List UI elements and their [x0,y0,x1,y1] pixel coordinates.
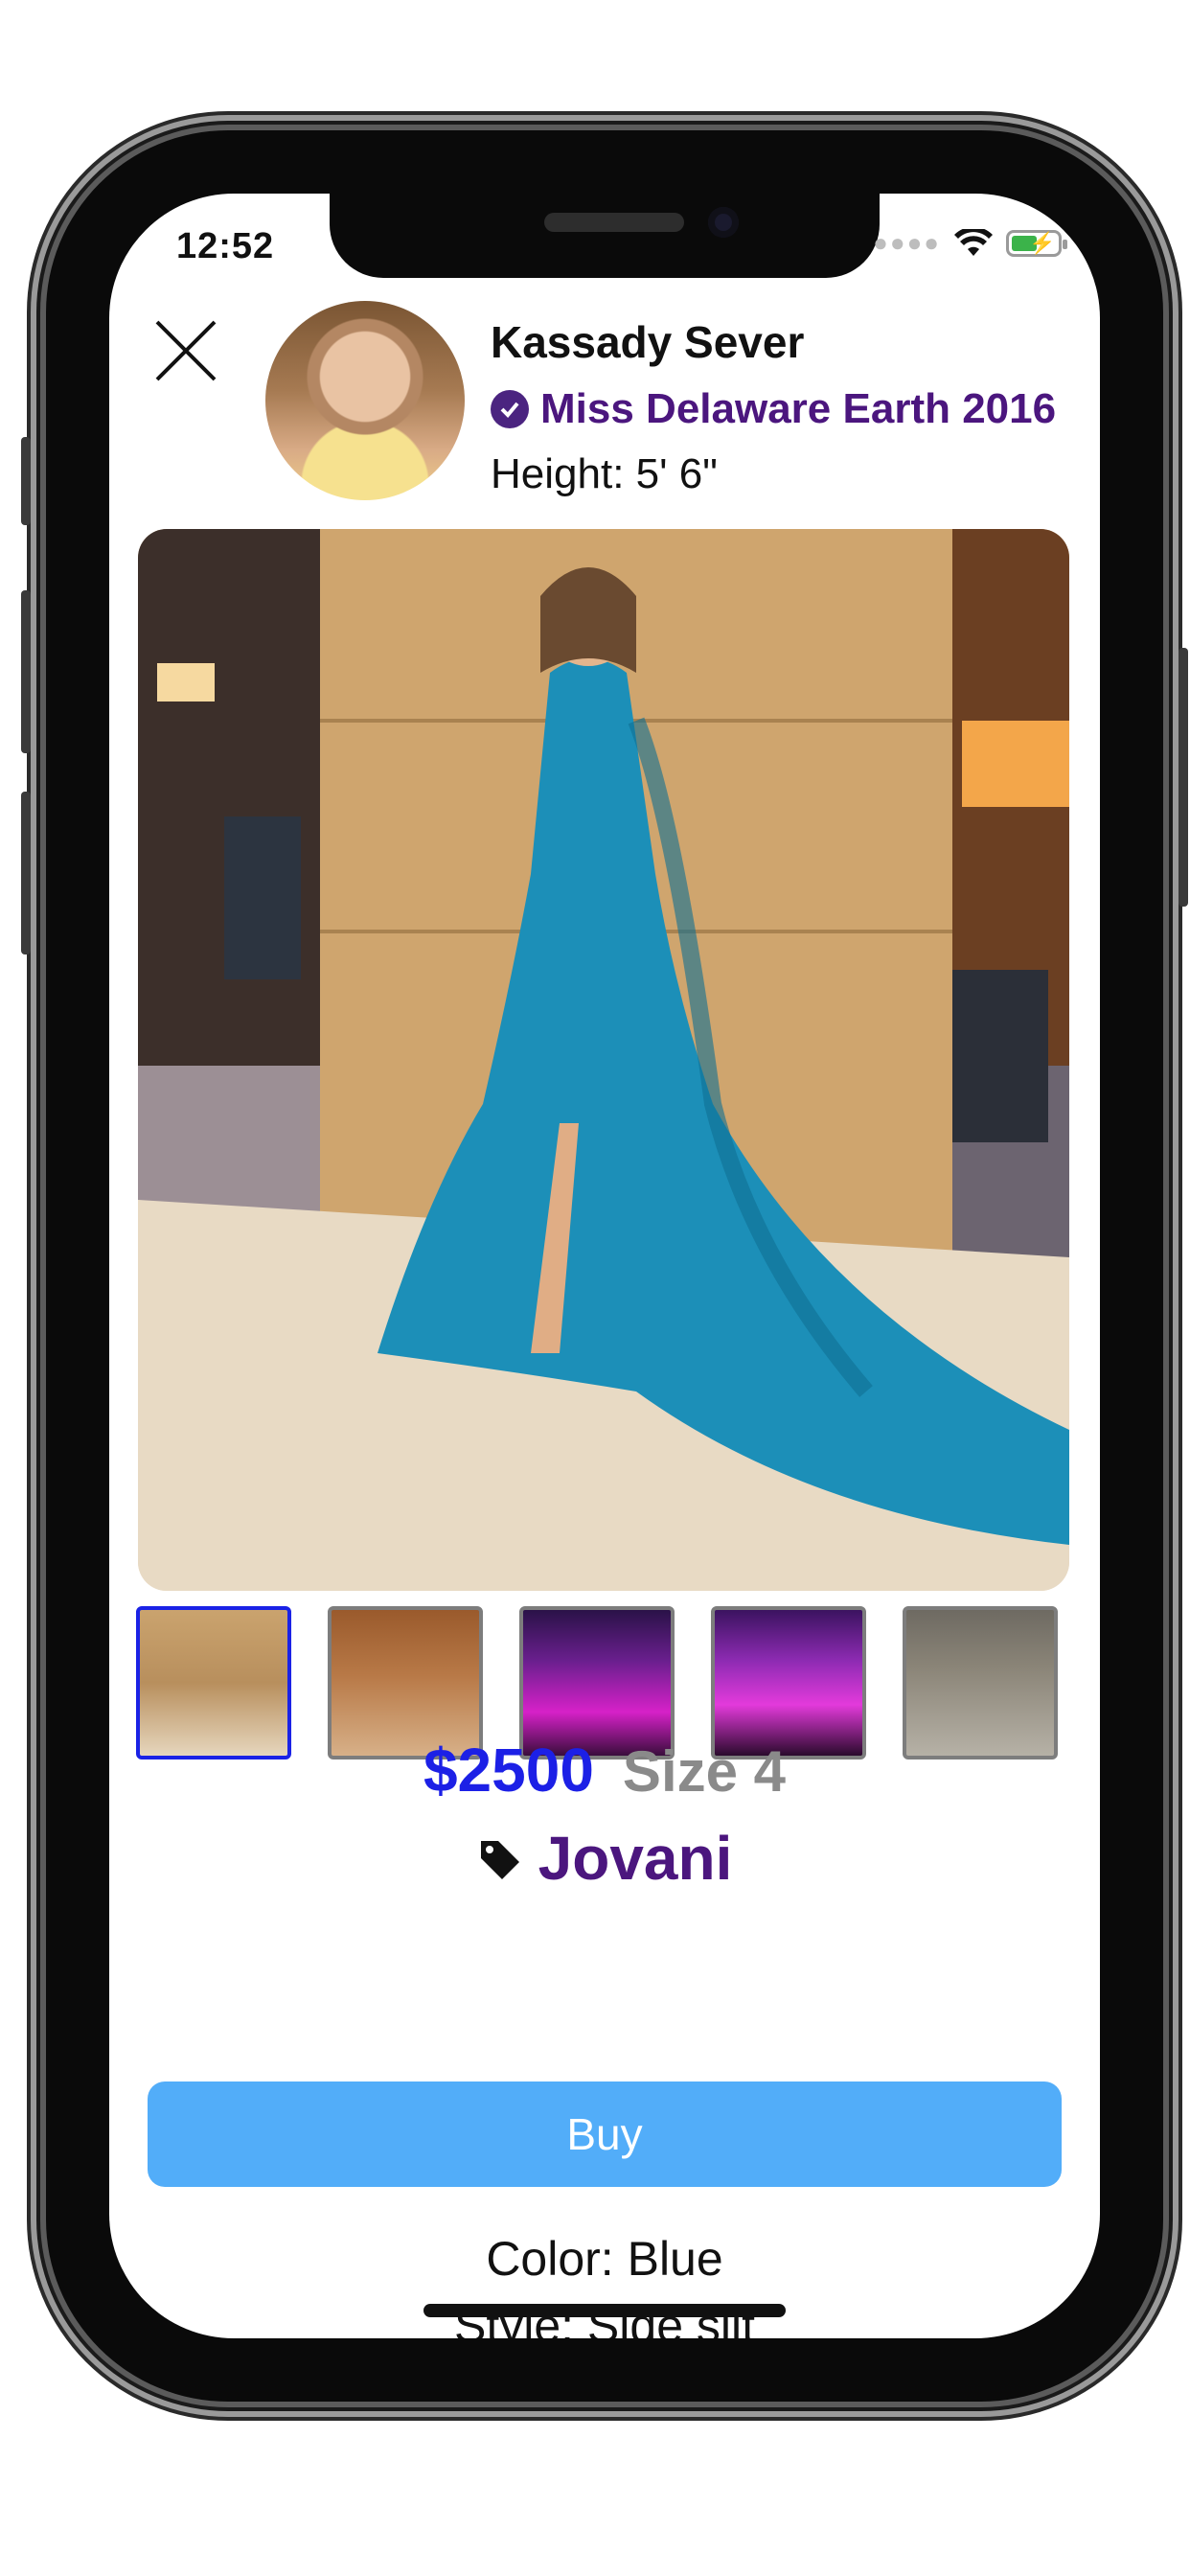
brand-row: Jovani [109,1823,1100,1894]
profile-height: Height: 5' 6" [491,450,718,497]
buy-button[interactable]: Buy [148,2082,1062,2187]
main-dress-photo[interactable] [138,529,1069,1591]
signal-dots-icon: ●●●● [873,228,941,257]
volume-down-button [21,792,31,954]
price-row: $2500 Size 4 [109,1735,1100,1806]
power-button [1179,648,1188,907]
dress-photo-illustration [138,529,1069,1591]
mute-switch [21,437,31,525]
color-detail: Color: Blue [486,2232,723,2286]
volume-up-button [21,590,31,753]
close-icon[interactable] [151,316,220,385]
front-camera [708,207,739,238]
size: Size 4 [622,1739,787,1804]
screen: 12:52 ●●●● ⚡ Kassady Sever Miss Delaware… [109,194,1100,2338]
home-indicator[interactable] [423,2304,786,2317]
profile-title-row: Miss Delaware Earth 2016 [491,385,1056,433]
brand-link[interactable]: Jovani [538,1823,733,1894]
battery-charging-icon: ⚡ [1006,229,1067,257]
avatar[interactable] [265,301,465,500]
profile-name[interactable]: Kassady Sever [491,316,804,368]
profile-title: Miss Delaware Earth 2016 [540,385,1057,432]
tag-icon [480,1841,519,1879]
verified-check-icon [491,390,529,428]
status-time: 12:52 [176,226,275,266]
earpiece-speaker [544,213,684,232]
status-icons: ●●●● ⚡ [873,228,1067,258]
wifi-icon [954,228,993,256]
price: $2500 [423,1736,594,1805]
phone-frame: 12:52 ●●●● ⚡ Kassady Sever Miss Delaware… [21,130,1188,2402]
notch [330,194,880,278]
